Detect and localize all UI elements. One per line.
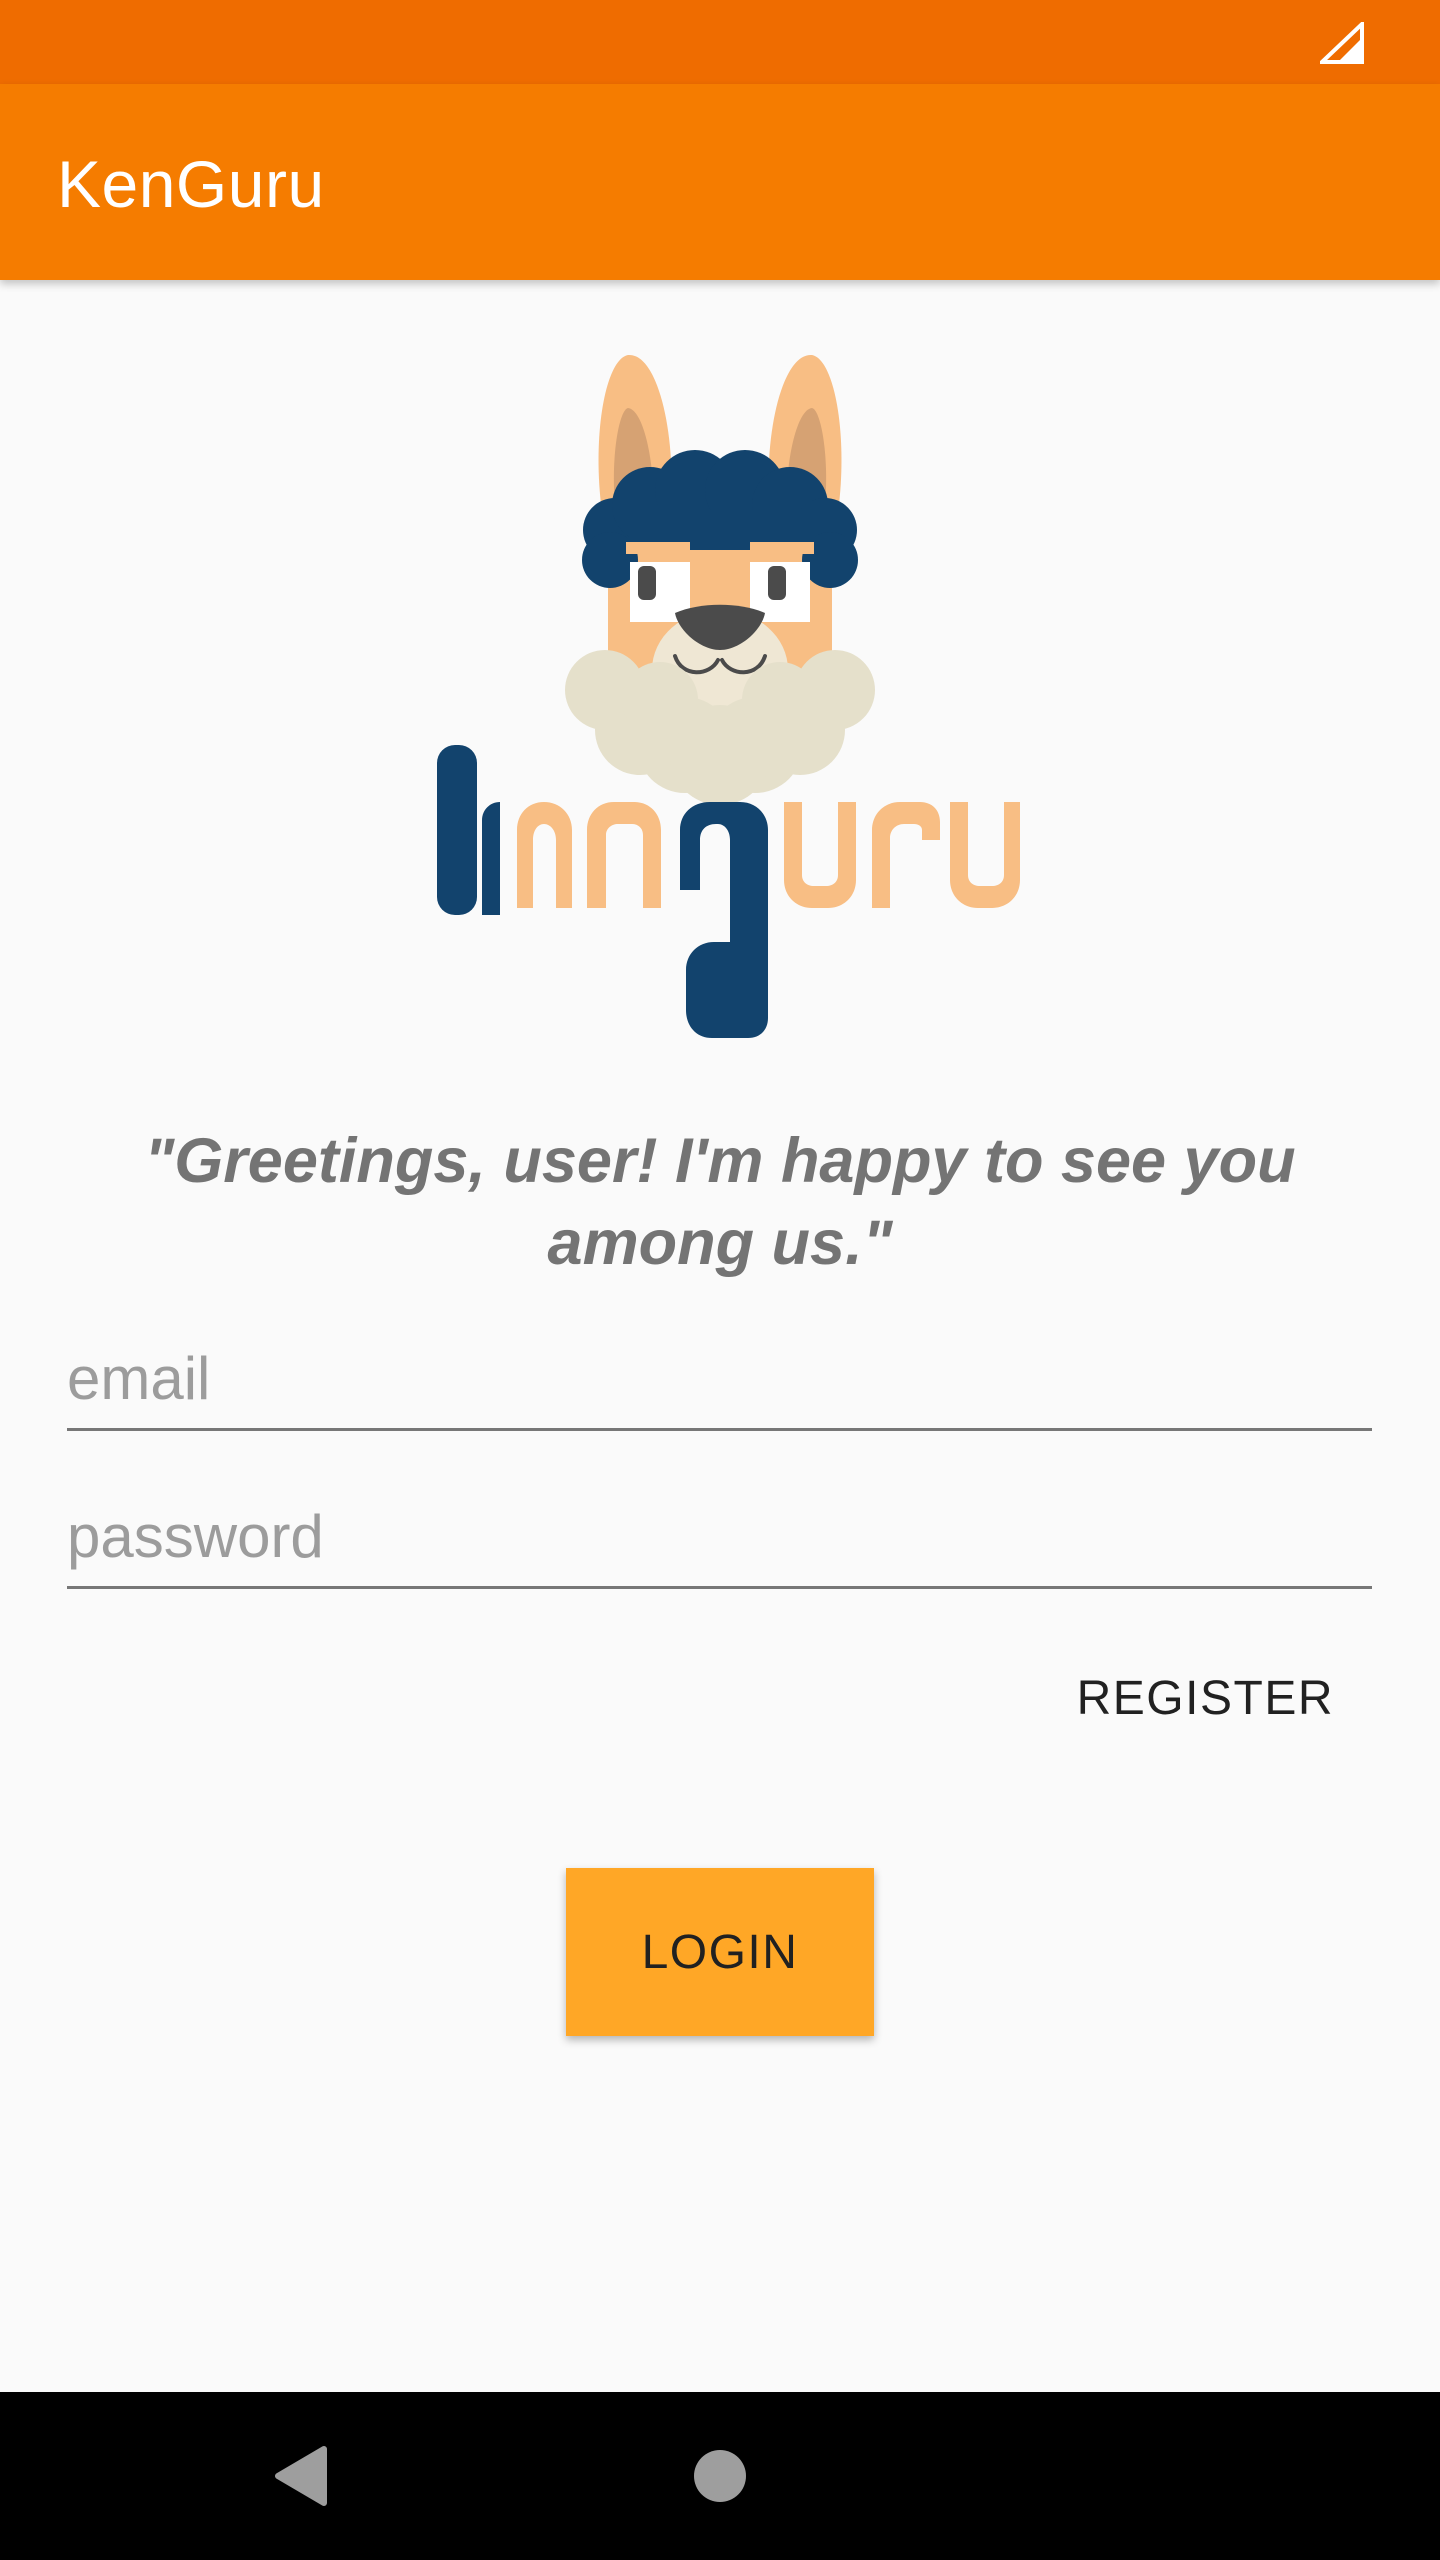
status-bar — [0, 0, 1440, 84]
login-screen: KenGuru "Greetings, user! I'm happy to s… — [0, 0, 1440, 2560]
signal-icon — [1320, 22, 1364, 64]
home-icon[interactable] — [694, 2450, 746, 2502]
password-field-container — [67, 1476, 1372, 1589]
email-input[interactable] — [67, 1338, 1372, 1418]
back-icon[interactable] — [272, 2445, 328, 2507]
login-button[interactable]: LOGIN — [566, 1868, 874, 2036]
greeting-message: "Greetings, user! I'm happy to see you a… — [144, 1126, 1296, 1278]
email-field-container — [67, 1318, 1372, 1431]
app-title: KenGuru — [57, 147, 325, 221]
kenguru-logo — [437, 354, 1020, 1038]
register-button[interactable]: REGISTER — [1067, 1654, 1344, 1744]
password-input[interactable] — [67, 1496, 1372, 1576]
